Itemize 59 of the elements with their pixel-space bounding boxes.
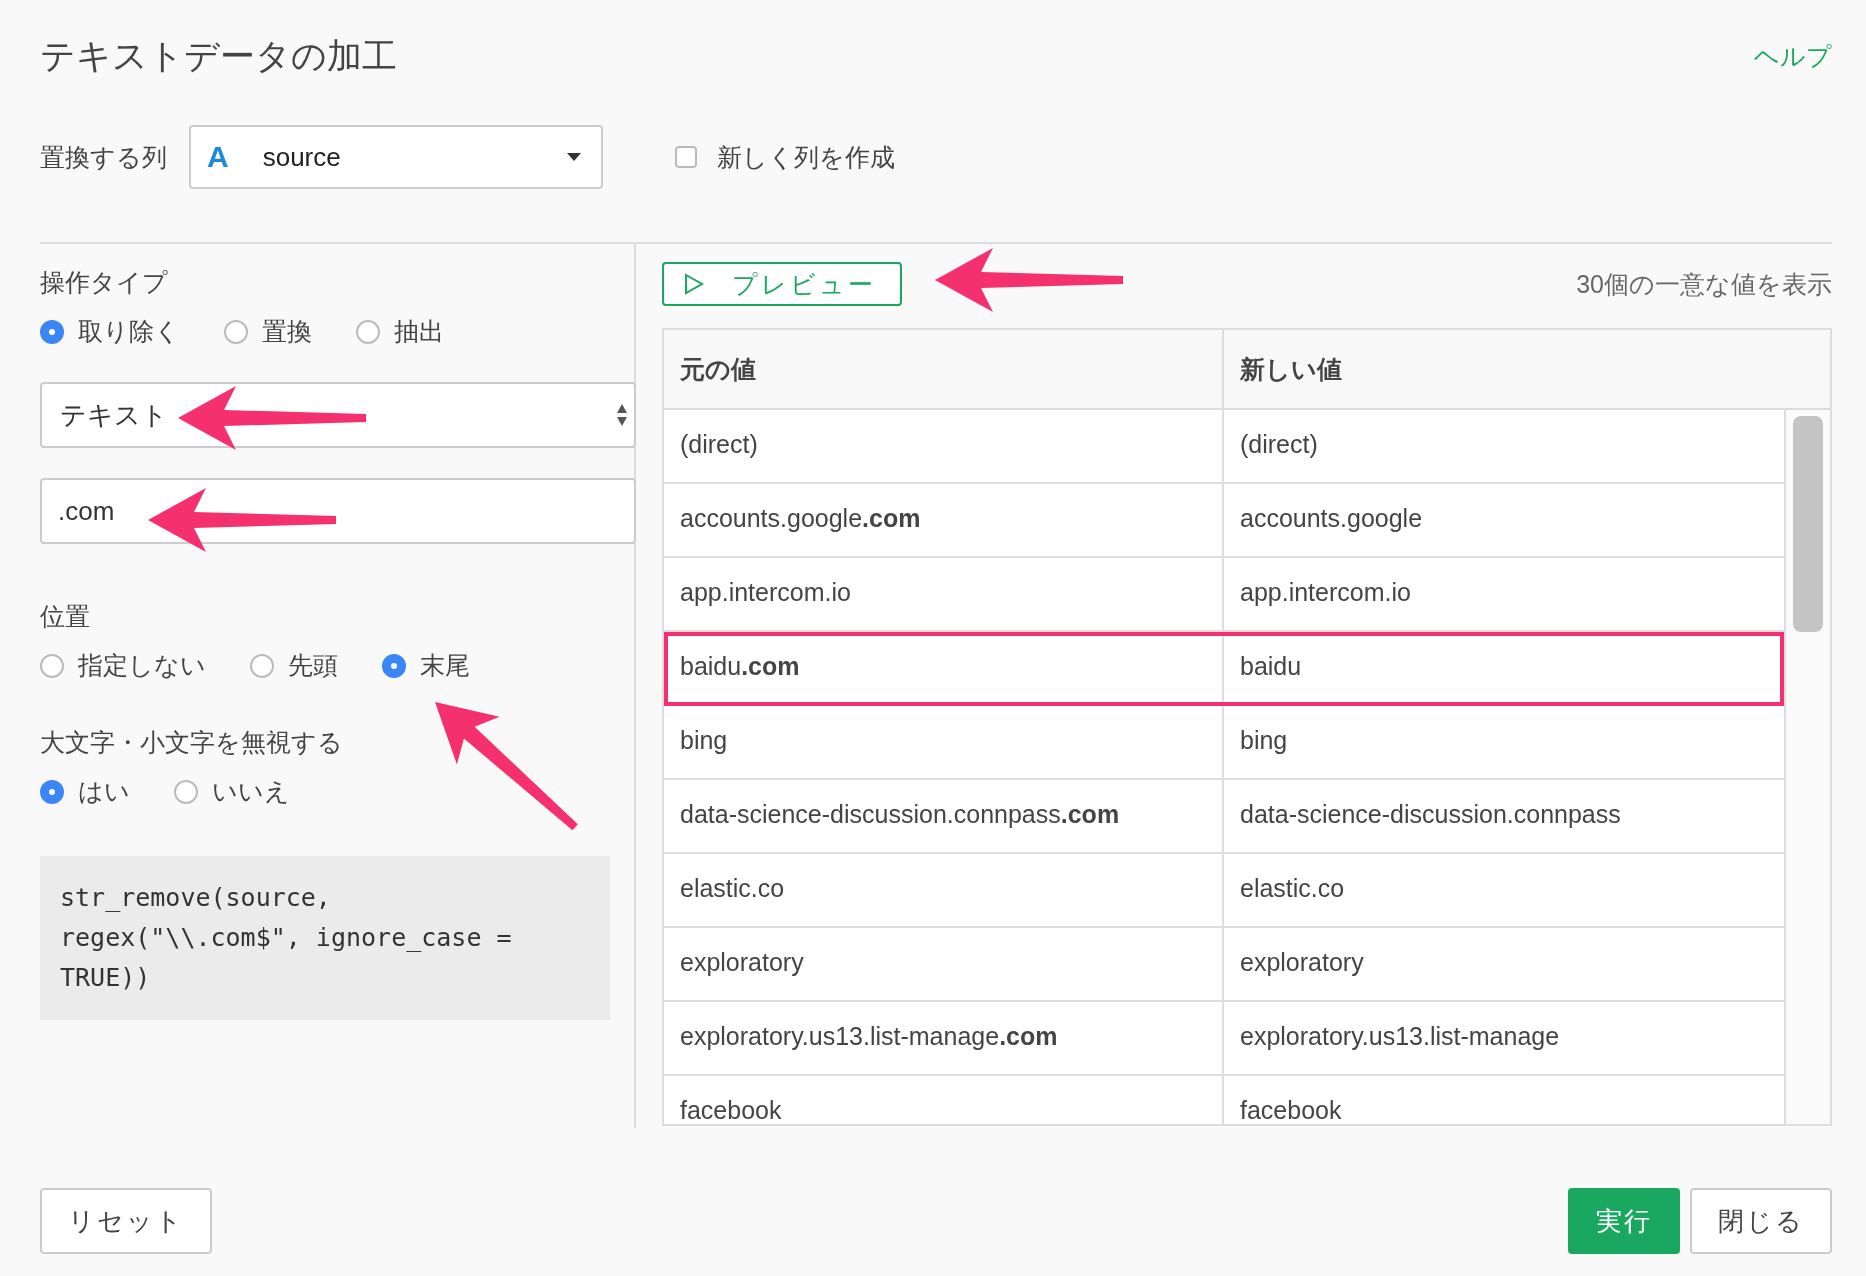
table-cell: exploratory.us13.list-manage — [1240, 1022, 1560, 1051]
table-cell: exploratory — [1240, 948, 1364, 977]
preview-summary: 30個の一意な値を表示 — [1576, 268, 1832, 300]
column-header: 元の値 — [664, 330, 1224, 408]
checkbox[interactable] — [675, 146, 697, 168]
radio-label: 取り除く — [78, 316, 180, 347]
radio-button[interactable] — [356, 319, 380, 344]
table-cell: elastic.co — [680, 874, 785, 903]
caret-icon — [567, 153, 581, 161]
table-cell: facebook — [1240, 1096, 1342, 1124]
updown-icon — [616, 403, 628, 427]
section-label: 位置 — [40, 601, 91, 632]
radio-label: 抽出 — [394, 316, 444, 347]
table-cell: (direct) — [1240, 430, 1318, 459]
section-label: 大文字・小文字を無視する — [40, 727, 344, 758]
radio-button[interactable] — [224, 319, 248, 344]
column-select[interactable]: A source — [189, 125, 603, 189]
code-line: TRUE)) — [60, 962, 152, 994]
dialog-title: テキストデータの加工 — [40, 34, 397, 77]
radio-button[interactable] — [382, 653, 406, 678]
reset-button[interactable]: リセット — [40, 1188, 212, 1254]
radio-button[interactable] — [40, 653, 64, 678]
table-cell: bing — [1240, 726, 1288, 755]
table-cell: data-science-discussion.connpass — [1240, 800, 1621, 829]
radio-label: 先頭 — [288, 650, 338, 681]
section-label: 操作タイプ — [40, 267, 169, 298]
target-select[interactable]: テキスト — [40, 382, 636, 448]
table-cell: app.intercom.io — [680, 578, 851, 607]
column-label: 置換する列 — [40, 141, 167, 173]
play-icon — [684, 273, 704, 295]
table-cell: (direct) — [680, 430, 758, 459]
radio-label: 置換 — [262, 316, 312, 347]
checkbox-label: 新しく列を作成 — [717, 141, 895, 173]
table-cell: baidu.com — [680, 652, 800, 681]
table-cell: elastic.co — [1240, 874, 1345, 903]
radio-button[interactable] — [40, 779, 64, 804]
scrollbar[interactable] — [1784, 410, 1830, 1124]
table-cell: exploratory.us13.list-manage.com — [680, 1022, 1058, 1051]
radio-label: いいえ — [212, 776, 290, 807]
table-cell: bing — [680, 726, 728, 755]
pattern-input[interactable]: .com — [40, 478, 636, 544]
table-cell: accounts.google.com — [680, 504, 921, 533]
close-button[interactable]: 閉じる — [1690, 1188, 1832, 1254]
code-line: str_remove(source, — [60, 882, 332, 914]
table-cell: exploratory — [680, 948, 804, 977]
table-cell: baidu — [1240, 652, 1302, 681]
radio-button[interactable] — [40, 319, 64, 344]
code-line: regex("\\.com$", ignore_case = — [60, 922, 513, 954]
table-cell: data-science-discussion.connpass.com — [680, 800, 1120, 829]
radio-label: はい — [78, 776, 130, 807]
radio-label: 末尾 — [420, 650, 470, 681]
radio-label: 指定しない — [78, 650, 206, 681]
text-type-icon: A — [207, 140, 229, 174]
table-cell: app.intercom.io — [1240, 578, 1411, 607]
radio-button[interactable] — [250, 653, 274, 678]
column-header: 新しい値 — [1239, 353, 1343, 385]
radio-button[interactable] — [174, 779, 198, 804]
table-cell: facebook — [680, 1096, 782, 1124]
table-cell: accounts.google — [1240, 504, 1423, 533]
